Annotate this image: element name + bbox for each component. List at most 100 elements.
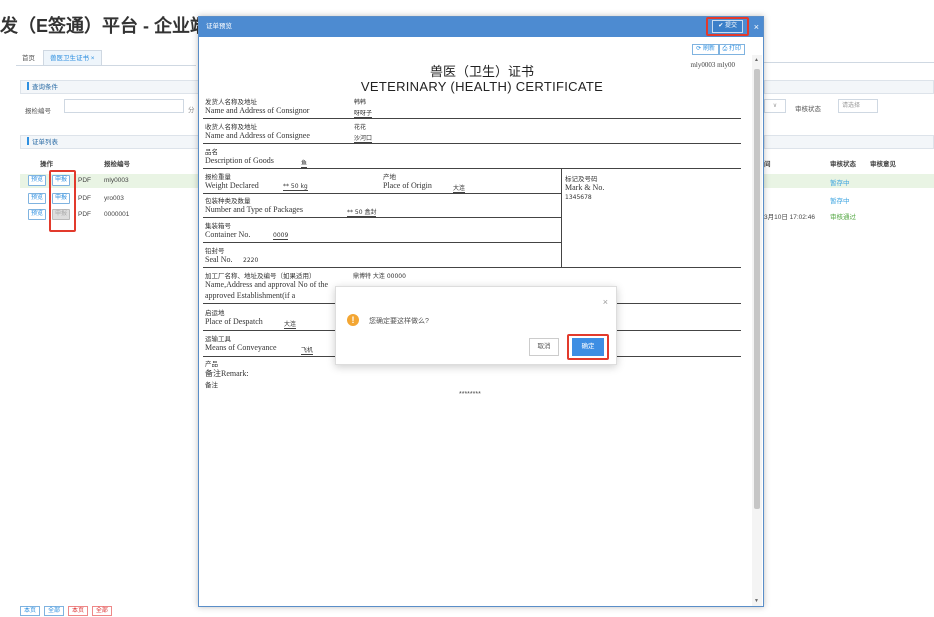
seal-label-en: Seal No. xyxy=(205,255,233,264)
col-action: 操作 xyxy=(40,161,53,168)
certificate-id: mly0003 mly00 xyxy=(690,61,735,69)
container-value: 0009 xyxy=(273,232,289,240)
scroll-thumb[interactable] xyxy=(754,69,760,509)
inspection-no-label: 报检编号 xyxy=(25,108,51,115)
packages-label-cn: 包装种类及数量 xyxy=(205,197,251,205)
container-label-cn: 集装箱号 xyxy=(205,222,231,230)
query-select[interactable]: ∨ xyxy=(764,99,786,113)
consignor-value-2: 呀呀子 xyxy=(354,110,373,118)
preview-button[interactable]: 预览 xyxy=(28,175,47,186)
status-badge: 暂存中 xyxy=(830,180,850,187)
packages-label-en: Number and Type of Packages xyxy=(205,205,303,214)
refresh-button[interactable]: ⟳ 刷新 xyxy=(692,44,719,55)
goods-label-en: Description of Goods xyxy=(205,156,274,165)
footer-button-page[interactable]: 本页 xyxy=(20,606,41,616)
window-title: 证单预览 xyxy=(206,23,232,30)
query-section-header: 查询条件 xyxy=(20,80,200,94)
table-row-right: 3月10日 17:02:46 审核通过 xyxy=(764,208,934,222)
col-time: 间 xyxy=(764,161,771,168)
scroll-down-icon[interactable]: ▼ xyxy=(754,598,759,604)
footer-toolbar: 本页 全部 本页 全部 xyxy=(20,606,114,617)
declare-column-highlight xyxy=(49,170,76,232)
inspection-no-cell: mly0003 xyxy=(104,177,129,184)
seal-value: 2220 xyxy=(243,257,259,264)
conveyance-label-en: Means of Conveyance xyxy=(205,343,277,352)
inspection-no-input[interactable] xyxy=(64,99,184,113)
container-label-en: Container No. xyxy=(205,230,251,239)
status-filter-select[interactable]: 请选择 xyxy=(838,99,878,113)
confirm-button-highlight xyxy=(567,334,609,360)
tab-bar: 首页 兽医卫生证书 × xyxy=(16,50,196,66)
goods-label-cn: 品名 xyxy=(205,148,218,156)
consignor-label-cn: 发货人名称及地址 xyxy=(205,98,257,106)
remark-label-en: 备注Remark: xyxy=(205,369,249,378)
table-row: 预览 申报 PDF 0000001 xyxy=(20,208,200,222)
preview-button[interactable]: 预览 xyxy=(28,209,47,220)
factory-value: 鼎博特 大连 00000 xyxy=(353,273,406,280)
status-badge: 暂存中 xyxy=(830,198,850,205)
tab-vet-certificate[interactable]: 兽医卫生证书 × xyxy=(42,50,102,65)
pdf-link[interactable]: PDF xyxy=(78,211,91,218)
certificate-title-cn: 兽医（卫生）证书 xyxy=(429,65,534,80)
submit-button-highlight xyxy=(706,17,749,36)
consignee-value-1: 花花 xyxy=(354,124,367,131)
footer-button-all[interactable]: 全部 xyxy=(43,606,64,616)
col-opinion: 审核意见 xyxy=(870,161,896,168)
status-badge: 审核通过 xyxy=(830,214,856,221)
status-filter-label: 审核状态 xyxy=(795,106,821,113)
conveyance-value: 飞机 xyxy=(301,347,314,355)
consignee-label-en: Name and Address of Consignee xyxy=(205,131,310,140)
query-section-header-right xyxy=(764,80,934,94)
goods-value: 鱼 xyxy=(301,160,308,168)
weight-label-cn: 报检重量 xyxy=(205,173,231,181)
factory-label-cn: 加工厂名称、地址及编号（如果适用） xyxy=(205,272,316,280)
app-title: 发（E签通）平台 - 企业端 xyxy=(0,16,200,36)
inspection-no-cell: 0000001 xyxy=(104,211,130,218)
consignee-label-cn: 收货人名称及地址 xyxy=(205,123,257,131)
query-cut-label: 分 xyxy=(188,107,195,114)
certificate-title-en: VETERINARY (HEALTH) CERTIFICATE xyxy=(360,79,604,94)
list-section-header-right xyxy=(764,135,934,149)
list-section-header: 证单列表 xyxy=(20,135,200,149)
masked-text: ******** xyxy=(459,391,481,398)
footer-button-page-red[interactable]: 本页 xyxy=(67,606,88,616)
remark-label-cn: 备注 xyxy=(205,381,218,389)
confirm-message: 您确定要这样做么? xyxy=(369,318,429,325)
factory-label-en-1: Name,Address and approval No of the xyxy=(205,280,329,289)
origin-value: 大连 xyxy=(453,185,466,193)
col-status: 审核状态 xyxy=(830,161,856,168)
table-row: 预览 申报 PDF mly0003 xyxy=(20,174,200,188)
print-button[interactable]: ⎙ 打印 xyxy=(718,44,745,55)
despatch-value: 大连 xyxy=(284,321,297,329)
inspection-no-cell: yro003 xyxy=(104,195,124,202)
weight-label-en: Weight Declared xyxy=(205,181,259,190)
weight-value: ** 50 kg xyxy=(283,183,308,191)
despatch-label-cn: 启运地 xyxy=(205,309,225,317)
consignee-value-2: 沙河口 xyxy=(354,135,373,143)
origin-label-cn: 产地 xyxy=(383,173,396,181)
consignor-label-en: Name and Address of Consignor xyxy=(205,106,310,115)
pdf-link[interactable]: PDF xyxy=(78,195,91,202)
cancel-button[interactable]: 取消 xyxy=(529,338,559,356)
consignor-value-1: 韩韩 xyxy=(354,99,367,106)
tab-home[interactable]: 首页 xyxy=(16,51,41,66)
vertical-scrollbar[interactable]: ▲ ▼ xyxy=(752,55,762,606)
mark-value: 1345678 xyxy=(565,194,592,201)
packages-value: ** 50 盒封 xyxy=(347,209,377,217)
pdf-link[interactable]: PDF xyxy=(78,177,91,184)
col-inspection-no: 报检编号 xyxy=(104,161,130,168)
tab-divider xyxy=(764,62,934,63)
mark-label-cn: 标记及号码 xyxy=(565,175,598,183)
despatch-label-en: Place of Despatch xyxy=(205,317,263,326)
close-icon[interactable]: × xyxy=(754,17,759,37)
warning-icon: ! xyxy=(347,314,359,326)
window-titlebar: 证单预览 xyxy=(199,17,763,37)
close-icon[interactable]: × xyxy=(603,297,608,307)
footer-button-all-red[interactable]: 全部 xyxy=(91,606,112,616)
table-row: 预览 申报 PDF yro003 xyxy=(20,192,200,206)
origin-label-en: Place of Origin xyxy=(383,181,432,190)
confirm-dialog: × ! 您确定要这样做么? 取消 确定 xyxy=(335,286,617,365)
preview-button[interactable]: 预览 xyxy=(28,193,47,204)
mark-label-en: Mark & No. xyxy=(565,183,605,192)
time-cell: 3月10日 17:02:46 xyxy=(764,214,815,221)
